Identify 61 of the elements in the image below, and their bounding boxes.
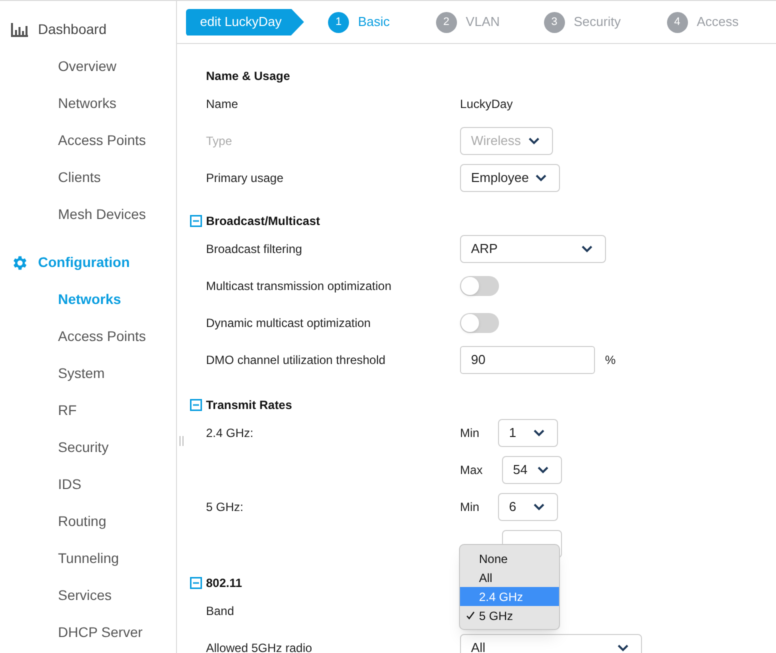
sidebar-section[interactable]: Dashboard [0, 11, 176, 48]
sidebar-item[interactable]: Routing [0, 503, 176, 540]
sidebar-item[interactable]: IDS [0, 466, 176, 503]
field-label: 5 GHz: [206, 500, 244, 514]
select-field[interactable]: All [460, 634, 642, 653]
sidebar-item[interactable]: Security [0, 429, 176, 466]
chevron-down-icon [533, 502, 545, 510]
sidebar-item[interactable]: RF [0, 392, 176, 429]
field-label: 2.4 GHz: [206, 426, 254, 440]
section-heading: Broadcast/Multicast [206, 213, 320, 230]
field-value: LuckyDay [460, 96, 513, 112]
field-label: Dynamic multicast optimization [206, 316, 371, 330]
menu-option[interactable]: None [460, 549, 559, 568]
section-heading: Transmit Rates [206, 397, 292, 414]
sidebar-item[interactable]: Access Points [0, 122, 176, 159]
field-label: DMO channel utilization threshold [206, 352, 386, 366]
select-field[interactable]: 6 [498, 492, 558, 520]
sidebar-item[interactable]: DHCP Server [0, 614, 176, 651]
toggle-switch[interactable] [460, 312, 499, 332]
chevron-down-icon [535, 174, 547, 182]
menu-option[interactable]: All [460, 568, 559, 587]
sidebar-item[interactable]: Mesh Devices [0, 196, 176, 233]
field-label: Name [206, 96, 238, 110]
chevron-down-icon [533, 428, 545, 436]
sidebar-item[interactable]: System [0, 355, 176, 392]
select-field[interactable]: Employee [460, 164, 560, 192]
select-field[interactable]: 54 [502, 456, 562, 484]
max-label: Max [460, 462, 484, 478]
min-label: Min [460, 498, 480, 516]
sidebar-item[interactable]: Tunneling [0, 540, 176, 577]
field-label: Type [206, 134, 232, 148]
sidebar-item[interactable]: Networks [0, 85, 176, 122]
sidebar-item[interactable]: Clients [0, 159, 176, 196]
chevron-down-icon [537, 466, 549, 474]
collapse-icon[interactable] [190, 399, 202, 411]
bar-chart-icon [11, 22, 29, 36]
chevron-down-icon [528, 136, 540, 144]
field-label: Allowed 5GHz radio [206, 640, 312, 653]
select-field[interactable]: ARP [460, 234, 606, 262]
menu-option[interactable]: 5 GHz [460, 606, 559, 625]
field-label: Primary usage [206, 170, 284, 184]
collapse-icon[interactable] [190, 215, 202, 227]
chevron-down-icon [617, 644, 629, 652]
select-field[interactable]: 1 [498, 418, 558, 446]
sidebar-item[interactable]: Overview [0, 48, 176, 85]
select-field: Wireless [460, 126, 553, 154]
input-field[interactable]: 90 [460, 346, 595, 374]
section-heading: 802.11 [206, 575, 242, 592]
gear-icon [11, 254, 29, 272]
field-label: Multicast transmission optimization [206, 278, 392, 292]
min-label: Min [460, 424, 480, 442]
sidebar-item[interactable]: Services [0, 577, 176, 614]
section-heading: Name & Usage [206, 68, 290, 85]
chevron-down-icon [581, 244, 593, 252]
sidebar-item[interactable]: Access Points [0, 318, 176, 355]
toggle-switch[interactable] [460, 276, 499, 296]
field-label: Band [206, 604, 234, 618]
field-label: Broadcast filtering [206, 242, 302, 256]
unit-label: % [605, 352, 616, 368]
collapse-icon[interactable] [190, 577, 202, 589]
resize-handle-icon[interactable] [179, 436, 185, 446]
